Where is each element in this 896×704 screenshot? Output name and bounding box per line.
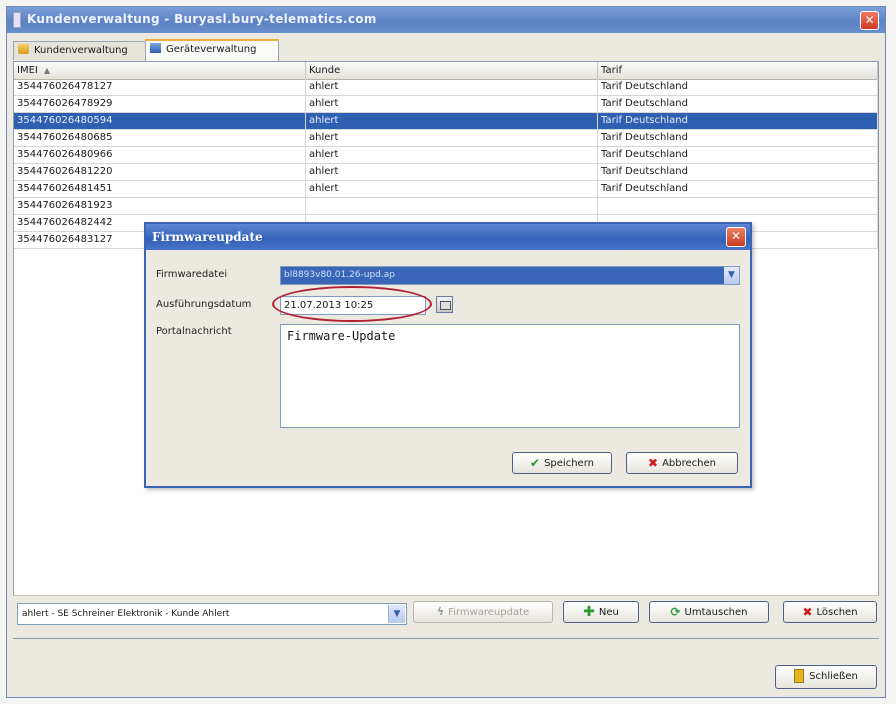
cell-kunde: ahlert <box>306 130 598 146</box>
close-button[interactable]: Schließen <box>775 665 877 689</box>
window-title: Kundenverwaltung - Buryasl.bury-telemati… <box>27 12 377 26</box>
highlight-circle <box>272 286 432 322</box>
firmware-file-select[interactable]: bl8893v80.01.26-upd.ap ▼ <box>280 266 740 285</box>
firmware-file-label: Firmwaredatei <box>156 269 228 280</box>
save-button[interactable]: ✔ Speichern <box>512 452 612 474</box>
table-row[interactable]: 354476026480685 ahlert Tarif Deutschland <box>14 130 878 147</box>
calendar-icon[interactable] <box>436 296 453 313</box>
cell-tarif: Tarif Deutschland <box>598 113 878 129</box>
cell-kunde: ahlert <box>306 113 598 129</box>
exit-door-icon <box>794 669 805 683</box>
cell-tarif <box>598 198 878 214</box>
cell-tarif: Tarif Deutschland <box>598 96 878 112</box>
new-button[interactable]: ✚ Neu <box>563 601 639 623</box>
window-close-button[interactable]: ✕ <box>860 11 879 30</box>
tab-label: Kundenverwaltung <box>34 45 128 56</box>
cell-tarif: Tarif Deutschland <box>598 164 878 180</box>
tab-label: Geräteverwaltung <box>166 44 257 55</box>
plus-icon: ✚ <box>583 604 595 620</box>
chevron-down-icon[interactable]: ▼ <box>724 267 739 284</box>
cell-imei: 354476026478127 <box>14 79 306 95</box>
firmwareupdate-button[interactable]: ϟ Firmwareupdate <box>413 601 553 623</box>
column-header-kunde[interactable]: Kunde <box>306 62 598 79</box>
cell-kunde <box>306 198 598 214</box>
table-row[interactable]: 354476026478127 ahlert Tarif Deutschland <box>14 79 878 96</box>
cancel-button[interactable]: ✖ Abbrechen <box>626 452 738 474</box>
app-icon <box>13 12 21 28</box>
cell-imei: 354476026480966 <box>14 147 306 163</box>
devices-icon <box>150 43 161 53</box>
cell-kunde: ahlert <box>306 181 598 197</box>
lightning-icon: ϟ <box>436 605 445 618</box>
table-row[interactable]: 354476026481923 <box>14 198 878 215</box>
dialog-close-button[interactable]: ✕ <box>726 227 746 247</box>
table-row[interactable]: 354476026481451 ahlert Tarif Deutschland <box>14 181 878 198</box>
dialog-title-bar[interactable]: Firmwareupdate ✕ <box>146 224 750 250</box>
cell-tarif: Tarif Deutschland <box>598 147 878 163</box>
tab-kundenverwaltung[interactable]: Kundenverwaltung <box>13 41 149 60</box>
table-row[interactable]: 354476026480594 ahlert Tarif Deutschland <box>14 113 878 130</box>
title-bar[interactable]: Kundenverwaltung - Buryasl.bury-telemati… <box>7 7 885 33</box>
cell-kunde: ahlert <box>306 79 598 95</box>
firmware-dialog: Firmwareupdate ✕ Firmwaredatei bl8893v80… <box>144 222 752 488</box>
chevron-down-icon[interactable]: ▼ <box>388 605 405 623</box>
dialog-title: Firmwareupdate <box>152 230 263 244</box>
cell-imei: 354476026481220 <box>14 164 306 180</box>
column-header-tarif[interactable]: Tarif <box>598 62 878 79</box>
swap-icon: ⟳ <box>670 605 681 619</box>
customer-select-value: ahlert - SE Schreiner Elektronik - Kunde… <box>22 609 230 619</box>
cell-tarif: Tarif Deutschland <box>598 181 878 197</box>
table-row[interactable]: 354476026481220 ahlert Tarif Deutschland <box>14 164 878 181</box>
customer-select[interactable]: ahlert - SE Schreiner Elektronik - Kunde… <box>17 603 407 625</box>
sort-ascending-icon: ▲ <box>43 66 51 75</box>
cell-kunde: ahlert <box>306 164 598 180</box>
cell-imei: 354476026481451 <box>14 181 306 197</box>
checkmark-icon: ✔ <box>530 456 541 470</box>
execution-date-label: Ausführungsdatum <box>156 299 252 310</box>
cell-kunde: ahlert <box>306 147 598 163</box>
customers-icon <box>18 44 29 54</box>
delete-icon: ✖ <box>802 605 813 619</box>
cell-imei: 354476026478929 <box>14 96 306 112</box>
column-header-imei[interactable]: IMEI ▲ <box>14 62 306 79</box>
tab-geraeteverwaltung[interactable]: Geräteverwaltung <box>145 39 279 63</box>
cell-tarif: Tarif Deutschland <box>598 79 878 95</box>
table-header: IMEI ▲ Kunde Tarif <box>14 62 878 80</box>
table-row[interactable]: 354476026478929 ahlert Tarif Deutschland <box>14 96 878 113</box>
portal-message-label: Portalnachricht <box>156 326 232 337</box>
portal-message-field[interactable]: Firmware-Update <box>280 324 740 428</box>
cell-imei: 354476026481923 <box>14 198 306 214</box>
swap-button[interactable]: ⟳ Umtauschen <box>649 601 769 623</box>
cell-kunde: ahlert <box>306 96 598 112</box>
delete-button[interactable]: ✖ Löschen <box>783 601 877 623</box>
table-row[interactable]: 354476026480966 ahlert Tarif Deutschland <box>14 147 878 164</box>
cell-imei: 354476026480685 <box>14 130 306 146</box>
cell-imei: 354476026480594 <box>14 113 306 129</box>
cancel-icon: ✖ <box>648 456 659 470</box>
cell-tarif: Tarif Deutschland <box>598 130 878 146</box>
